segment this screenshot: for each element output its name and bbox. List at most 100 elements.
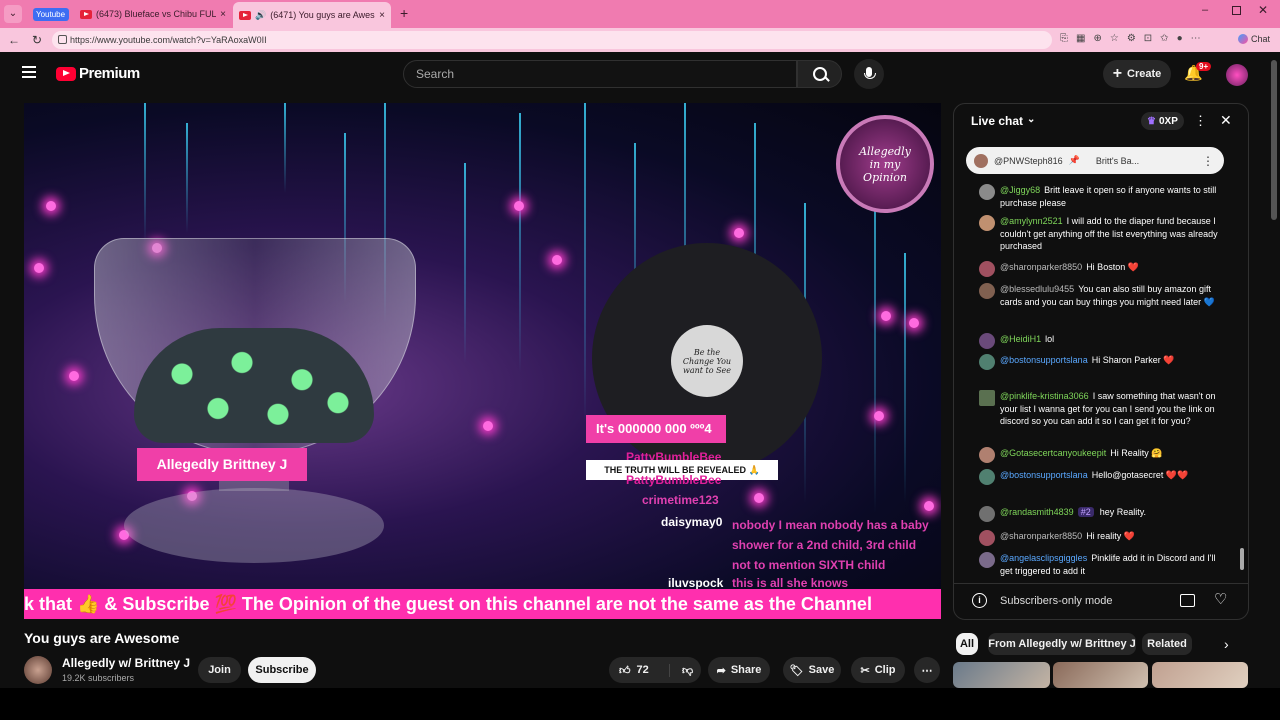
share-button[interactable]: ➦ Share bbox=[708, 657, 770, 683]
back-icon[interactable]: ← bbox=[6, 31, 22, 49]
chat-message: @bostonsupportslana Hi Sharon Parker ❤️ bbox=[979, 354, 1220, 370]
video-thumbnail[interactable] bbox=[953, 662, 1050, 688]
chat-text: hey Reality. bbox=[1099, 507, 1147, 517]
chat-username[interactable]: @amylynn2521 bbox=[1000, 216, 1063, 226]
more-icon[interactable]: ⋯ bbox=[1191, 33, 1201, 44]
chip-related[interactable]: Related bbox=[1142, 633, 1192, 655]
minimize-icon[interactable]: – bbox=[1202, 4, 1208, 16]
video-player[interactable]: Allegedly Brittney J Allegedly in my Opi… bbox=[24, 103, 941, 619]
like-count: 72 bbox=[636, 664, 649, 676]
chat-message: @sharonparker8850 Hi reality ❤️ bbox=[979, 530, 1220, 546]
live-chat-title-dropdown[interactable]: Live chat ⌄ bbox=[971, 114, 1035, 128]
avatar bbox=[979, 283, 995, 299]
apps-icon[interactable]: ▦ bbox=[1076, 33, 1085, 44]
join-button[interactable]: Join bbox=[198, 657, 241, 683]
chat-text: Hello@gotasecret ❤️❤️ bbox=[1091, 470, 1189, 480]
youtube-premium-logo[interactable]: Premium bbox=[56, 65, 140, 82]
save-button[interactable]: 🏷︎ Save bbox=[783, 657, 841, 683]
create-button[interactable]: + Create bbox=[1103, 60, 1171, 88]
chat-username[interactable]: @pinklife-kristina3066 bbox=[1000, 391, 1089, 401]
chat-text: Hi Sharon Parker ❤️ bbox=[1091, 355, 1175, 365]
save-label: Save bbox=[808, 664, 835, 676]
heart-icon[interactable]: ♡ bbox=[1214, 590, 1227, 608]
search-button[interactable] bbox=[797, 60, 842, 88]
window-close-icon[interactable]: ✕ bbox=[1258, 3, 1268, 17]
gift-icon[interactable] bbox=[1180, 594, 1195, 607]
channel-avatar[interactable] bbox=[24, 656, 52, 684]
chat-username[interactable]: @bostonsupportslana bbox=[1000, 470, 1088, 480]
thumbs-down-icon[interactable]: 👎︎ bbox=[670, 664, 693, 677]
notification-badge: 9+ bbox=[1196, 62, 1212, 71]
tab-you-guys-are-awesome[interactable]: 🔊 (6471) You guys are Awesome × bbox=[233, 2, 391, 28]
tab-list-dropdown[interactable]: ⌄ bbox=[4, 5, 22, 23]
close-tab-icon[interactable]: × bbox=[220, 9, 226, 20]
voice-search-button[interactable] bbox=[854, 59, 884, 89]
chevron-right-icon[interactable]: › bbox=[1224, 636, 1229, 652]
reading-list-icon[interactable]: ⊡ bbox=[1144, 33, 1152, 44]
tab-label: (6471) You guys are Awesome bbox=[270, 10, 375, 20]
subscribe-button[interactable]: Subscribe bbox=[248, 657, 316, 683]
chat-message: @randasmith4839 #2 hey Reality. bbox=[979, 506, 1220, 522]
info-icon[interactable]: i bbox=[972, 593, 987, 608]
more-icon[interactable]: ⋮ bbox=[1202, 154, 1214, 168]
notifications-button[interactable]: 🔔 9+ bbox=[1184, 62, 1212, 86]
chat-username[interactable]: @Gotasecertcanyoukeepit bbox=[1000, 448, 1106, 458]
chat-text: Hi Boston ❤️ bbox=[1086, 262, 1139, 272]
channel-name[interactable]: Allegedly w/ Brittney J bbox=[62, 656, 190, 670]
speaker-icon[interactable]: 🔊 bbox=[255, 10, 266, 21]
chat-close-icon[interactable]: ✕ bbox=[1220, 112, 1232, 129]
chat-username[interactable]: @Jiggy68 bbox=[1000, 185, 1040, 195]
more-actions-button[interactable]: ⋯ bbox=[914, 657, 940, 683]
chat-username[interactable]: @blessedlulu9455 bbox=[1000, 284, 1074, 294]
url-field[interactable]: https://www.youtube.com/watch?v=YaRAoxaW… bbox=[52, 31, 1052, 49]
youtube-favicon-icon bbox=[239, 10, 251, 20]
avatar[interactable] bbox=[1226, 64, 1248, 86]
collections-icon[interactable]: ✩ bbox=[1160, 33, 1168, 44]
page-scrollbar[interactable] bbox=[1271, 60, 1277, 220]
chat-username[interactable]: @randasmith4839 bbox=[1000, 507, 1074, 517]
youtube-logo-icon bbox=[56, 66, 76, 81]
video-thumbnail[interactable] bbox=[1053, 662, 1148, 688]
copilot-chat-button[interactable]: Chat bbox=[1238, 34, 1270, 44]
new-tab-icon[interactable]: + bbox=[400, 5, 408, 21]
close-tab-icon[interactable]: × bbox=[379, 10, 385, 21]
translate-icon[interactable]: ⎘ bbox=[1060, 33, 1068, 44]
chat-text: lol bbox=[1045, 334, 1055, 344]
tab-blueface[interactable]: (6473) Blueface vs Chibu FULL FIGHT × bbox=[74, 4, 232, 24]
more-icon: ⋯ bbox=[921, 664, 933, 677]
chat-username[interactable]: @HeidiH1 bbox=[1000, 334, 1041, 344]
clip-button[interactable]: ✂ Clip bbox=[851, 657, 905, 683]
reload-icon[interactable]: ↻ bbox=[29, 31, 45, 49]
chat-title: Live chat bbox=[971, 114, 1024, 128]
chat-message: @angelasclipsgiggles Pinklife add it in D… bbox=[979, 552, 1220, 577]
favorite-icon[interactable]: ☆ bbox=[1110, 33, 1119, 44]
chip-all[interactable]: All bbox=[956, 633, 978, 655]
chat-username[interactable]: @angelasclipsgiggles bbox=[1000, 553, 1087, 563]
chat-scrollbar[interactable] bbox=[1240, 548, 1244, 570]
xp-badge[interactable]: ♛ 0XP bbox=[1141, 112, 1184, 130]
avatar bbox=[979, 215, 995, 231]
alert-box: It's 000000 000 ººº4 bbox=[586, 415, 726, 443]
tab-youtube-group[interactable]: Youtube bbox=[33, 8, 69, 21]
maximize-icon[interactable] bbox=[1232, 6, 1241, 15]
url-text: https://www.youtube.com/watch?v=YaRAoxaW… bbox=[70, 35, 267, 45]
stream-chat-text: nobody I mean nobody has a baby shower f… bbox=[732, 518, 929, 572]
chat-message: @HeidiH1 lol bbox=[979, 333, 1220, 349]
chat-username[interactable]: @sharonparker8850 bbox=[1000, 531, 1082, 541]
chat-username[interactable]: @bostonsupportslana bbox=[1000, 355, 1088, 365]
menu-icon[interactable] bbox=[22, 66, 36, 78]
pin-icon: 📌 bbox=[1068, 155, 1080, 165]
pinned-message[interactable]: @PNWSteph816 📌 Britt's Ba... ⋮ bbox=[966, 147, 1224, 174]
like-button[interactable]: 👍︎ 72 bbox=[609, 663, 670, 677]
video-thumbnail[interactable] bbox=[1152, 662, 1248, 688]
chat-username[interactable]: @sharonparker8850 bbox=[1000, 262, 1082, 272]
chat-menu-icon[interactable]: ⋮ bbox=[1194, 113, 1207, 129]
search-input[interactable]: Search bbox=[403, 60, 797, 88]
extensions-icon[interactable]: ⚙ bbox=[1127, 33, 1136, 44]
like-dislike-group: 👍︎ 72 👎︎ bbox=[609, 657, 701, 683]
profile-icon[interactable]: ● bbox=[1177, 33, 1183, 44]
zoom-icon[interactable]: ⊕ bbox=[1093, 33, 1101, 44]
stream-chat-user: daisymay0 bbox=[661, 515, 723, 529]
avatar bbox=[974, 153, 988, 168]
chip-from-channel[interactable]: From Allegedly w/ Brittney J bbox=[988, 633, 1136, 655]
